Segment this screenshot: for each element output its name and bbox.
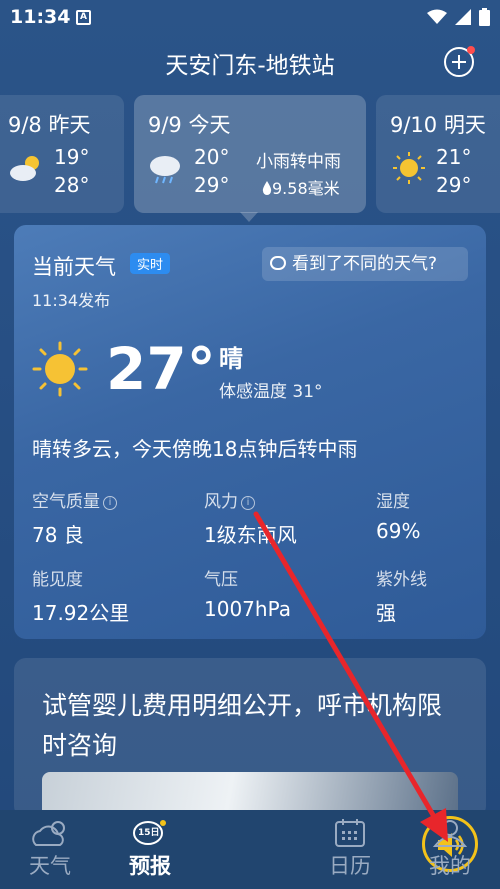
current-condition: 晴 [219,345,243,373]
day-low: 29° [436,173,472,197]
nav-label: 预报 [129,854,171,878]
current-weather-card: 当前天气 实时 看到了不同的天气? 11:34发布 27° 晴 体感温度 31°… [14,225,486,639]
current-temperature: 27° [106,335,216,403]
location-title[interactable]: 天安门东-地铁站 [0,46,500,80]
nav-weather[interactable]: 天气 [0,810,100,889]
day-date: 9/8 昨天 [8,113,91,137]
wind-label[interactable]: 风力 i [204,487,255,512]
nav-voice[interactable] [200,810,478,889]
selected-day-pointer [240,212,258,222]
humidity-value: 69% [376,519,421,543]
day-low: 29° [194,173,230,197]
visibility-value: 17.92公里 [32,601,130,625]
rain-cloud-icon [150,156,180,184]
signal-icon [455,9,471,25]
day-low: 28° [54,173,90,197]
wifi-icon [427,9,447,24]
sun-icon [393,152,425,184]
day-date: 9/9 今天 [148,113,231,137]
nav-calendar[interactable]: 日历 [300,810,400,889]
notification-dot [467,46,475,54]
nav-label: 天气 [29,854,71,878]
forecast-summary: 晴转多云，今天傍晚18点钟后转中雨 [32,437,358,461]
partly-cloudy-icon [10,156,39,181]
bottom-nav: 天气 15日 预报 日历 我的 [0,810,500,889]
notification-app-icon: A [76,10,91,25]
day-card-today[interactable]: 9/9 今天 20° 29° 小雨转中雨 9.58毫米 [134,95,366,213]
rain-amount: 9.58毫米 [272,179,340,198]
air-quality-value: 78 良 [32,523,84,547]
humidity-label: 湿度 [376,492,410,512]
nav-profile[interactable]: 我的 [400,810,500,889]
rain-amount-row: 9.58毫米 [262,175,340,199]
realtime-badge: 实时 [130,253,171,274]
day-condition: 小雨转中雨 [256,152,341,172]
current-weather-title: 当前天气 [32,255,116,279]
info-icon[interactable]: i [241,496,255,510]
pressure-label: 气压 [204,570,238,590]
status-time: 11:34 [10,6,71,28]
day-high: 21° [436,145,472,169]
info-icon[interactable]: i [103,496,117,510]
sunny-icon [32,341,88,397]
raindrop-icon [262,181,272,195]
day-date: 9/10 明天 [390,113,486,137]
add-city-button[interactable] [444,46,475,77]
wind-value: 1级东南风 [204,523,297,547]
pressure-value: 1007hPa [204,597,291,621]
forecast-days-badge: 15日 [138,828,160,838]
feedback-button[interactable]: 看到了不同的天气? [262,247,468,281]
news-card[interactable]: 试管婴儿费用明细公开，呼市机构限时咨询 [14,658,486,818]
feels-like-temperature: 体感温度 31° [219,382,323,402]
profile-icon [432,820,468,847]
status-icons [427,8,490,26]
publish-time: 11:34发布 [32,291,111,310]
day-card-yesterday[interactable]: 9/8 昨天 19° 28° [0,95,124,213]
visibility-label: 能见度 [32,570,83,590]
nav-forecast[interactable]: 15日 预报 [100,810,200,889]
day-high: 19° [54,145,90,169]
chat-bubble-icon [270,256,286,270]
air-quality-label[interactable]: 空气质量 i [32,487,117,512]
day-high: 20° [194,145,230,169]
uv-label: 紫外线 [376,570,427,590]
nav-label: 日历 [329,854,371,878]
battery-icon [479,8,490,26]
feedback-label: 看到了不同的天气? [292,254,438,274]
calendar-icon [335,819,365,847]
nav-label: 我的 [429,854,471,878]
day-card-tomorrow[interactable]: 9/10 明天 21° 29° [376,95,500,213]
status-bar: 11:34 A [0,0,500,36]
uv-value: 强 [376,601,396,625]
news-title[interactable]: 试管婴儿费用明细公开，呼市机构限时咨询 [42,686,462,766]
weather-cloud-icon [32,821,65,846]
